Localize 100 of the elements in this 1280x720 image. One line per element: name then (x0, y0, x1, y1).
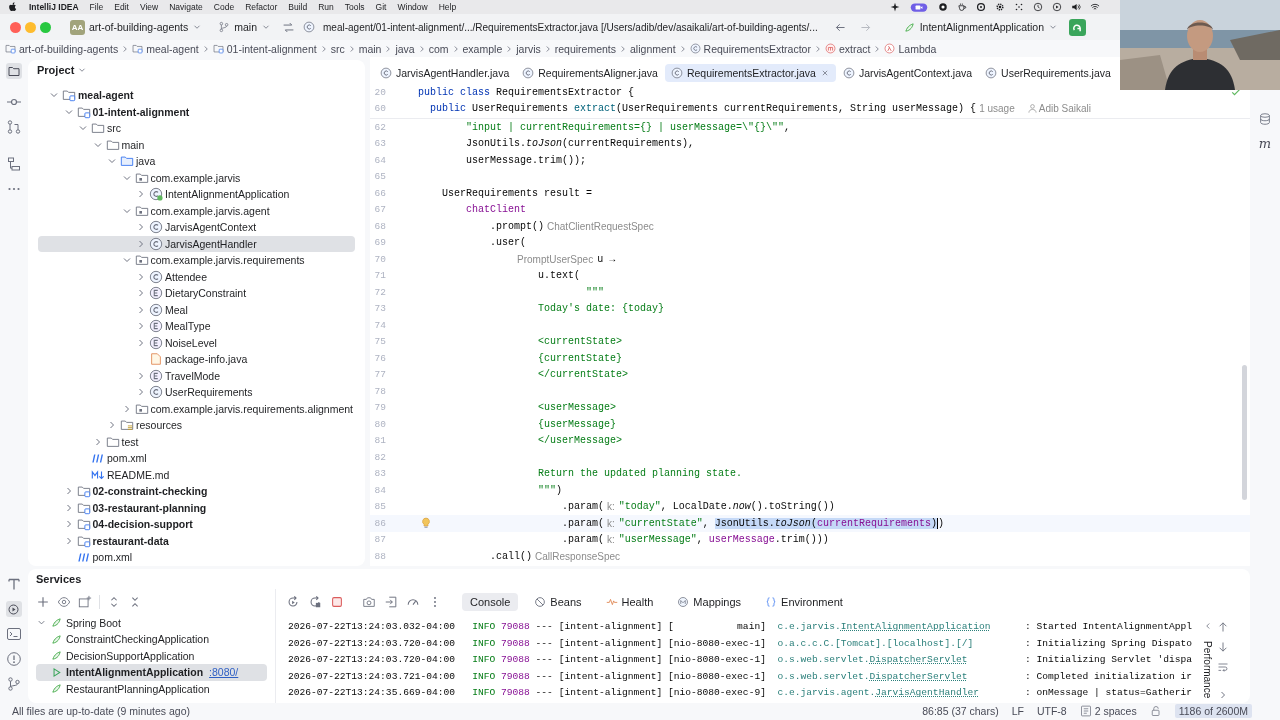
memory-indicator[interactable]: 1186 of 2600M (1174, 704, 1252, 718)
tree-item[interactable]: meal-agent (38, 87, 355, 104)
grid-icon[interactable] (1014, 2, 1024, 12)
app-menu[interactable]: IntelliJ IDEA (29, 2, 79, 12)
add-icon[interactable] (36, 594, 50, 609)
indent-setting[interactable]: 2 spaces (1094, 705, 1137, 717)
tree-item[interactable]: pom.xml (38, 450, 355, 467)
tree-item[interactable]: java (38, 153, 355, 170)
tree-item[interactable]: MealType (38, 318, 355, 335)
editor-tab[interactable]: JarvisAgentHandler.java (374, 64, 516, 82)
down-arrow-icon[interactable] (1217, 640, 1229, 653)
clock-icon[interactable] (1033, 2, 1043, 12)
up-arrow-icon[interactable] (1217, 620, 1229, 633)
tree-item[interactable]: UserRequirements (38, 384, 355, 401)
console-tab[interactable]: Health (597, 592, 662, 611)
console-tab[interactable]: Mappings (669, 592, 750, 611)
console-tab[interactable]: Console (462, 592, 519, 611)
console-tab[interactable]: Beans (526, 592, 590, 611)
tree-item[interactable]: test (38, 433, 355, 450)
database-icon[interactable] (1258, 112, 1272, 126)
menu-item[interactable]: Run (318, 2, 334, 12)
log-logger[interactable]: o.a.c.c.C.[Tomcat].[localhost].[/] (777, 637, 1025, 649)
tree-item[interactable]: DietaryConstraint (38, 285, 355, 302)
editor-tab[interactable]: RequirementsExtractor.java (664, 64, 836, 82)
menu-item[interactable]: View (139, 2, 159, 12)
menu-item[interactable]: Navigate (169, 2, 203, 12)
menu-item[interactable]: Code (213, 2, 235, 12)
services-icon[interactable] (6, 601, 22, 617)
tree-item[interactable]: 02-constraint-checking (38, 483, 355, 500)
project-widget[interactable]: AA art-of-building-agents (65, 17, 208, 37)
record-icon[interactable] (938, 2, 948, 12)
breadcrumb[interactable]: meal-agent (131, 42, 200, 55)
side-tab[interactable]: Performance (1202, 640, 1213, 698)
log-logger[interactable]: c.e.jarvis.agent.JarvisAgentHandler (777, 687, 1025, 699)
rerun-icon[interactable] (286, 594, 300, 609)
tree-item[interactable]: package-info.java (38, 351, 355, 368)
tree-item[interactable]: 03-restaurant-planning (38, 499, 355, 516)
breadcrumb[interactable]: jarvis (515, 42, 542, 55)
menu-item[interactable]: Refactor (245, 2, 278, 12)
tree-item[interactable]: com.example.jarvis.requirements (38, 252, 355, 269)
git-icon[interactable] (6, 676, 22, 692)
menu-item[interactable]: Edit (114, 2, 129, 12)
menu-item[interactable]: Help (438, 2, 457, 12)
port-link[interactable]: :8080/ (209, 666, 239, 679)
eye-icon[interactable] (57, 594, 71, 609)
breadcrumb[interactable]: com (427, 42, 450, 55)
tree-item[interactable]: pom.xml (38, 549, 355, 566)
line-separator[interactable]: LF (1011, 705, 1024, 717)
tree-item[interactable]: JarvisAgentContext (38, 219, 355, 236)
panel-title[interactable]: Project (37, 64, 75, 76)
breadcrumb[interactable]: RequirementsExtractor (688, 42, 812, 55)
branch-widget[interactable]: main (213, 19, 276, 35)
breadcrumb[interactable]: art-of-building-agents (4, 42, 120, 55)
terminal-icon[interactable] (6, 626, 22, 642)
service-item[interactable]: IntentAlignmentApplication :8080/ (36, 664, 267, 681)
tree-item[interactable]: restaurant-data (38, 532, 355, 549)
zoom-button[interactable] (40, 21, 51, 33)
log-logger[interactable]: o.s.web.servlet.DispatcherServlet (777, 670, 1025, 682)
maven-tool[interactable]: m (1258, 136, 1272, 151)
minimize-button[interactable] (25, 21, 36, 33)
wifi-icon[interactable] (1090, 2, 1100, 12)
close-button[interactable] (10, 21, 21, 33)
login-icon[interactable] (384, 594, 398, 609)
tree-item[interactable]: com.example.jarvis.requirements.alignment (38, 400, 355, 417)
breadcrumb[interactable]: 01-intent-alignment (211, 42, 318, 55)
menu-item[interactable]: File (89, 2, 104, 12)
breadcrumb[interactable]: requirements (553, 42, 618, 55)
play-icon[interactable] (1052, 2, 1062, 12)
tree-item[interactable]: com.example.jarvis.agent (38, 202, 355, 219)
tree-item[interactable]: 01-intent-alignment (38, 103, 355, 120)
menu-item[interactable]: Tools (344, 2, 365, 12)
tree-item[interactable]: README.md (38, 466, 355, 483)
breadcrumb[interactable]: alignment (629, 42, 677, 55)
restart-icon[interactable] (308, 594, 322, 609)
service-item[interactable]: RestaurantPlanningApplication (36, 680, 267, 697)
wrap-icon[interactable] (1217, 660, 1229, 673)
breadcrumb[interactable]: java (394, 42, 416, 55)
gear-icon[interactable] (995, 2, 1005, 12)
cup-icon[interactable] (957, 2, 967, 12)
text-icon[interactable] (6, 576, 22, 592)
lightbulb-icon[interactable] (420, 517, 432, 529)
run-configuration[interactable]: IntentAlignmentApplication (897, 18, 1064, 36)
structure-icon[interactable] (6, 156, 22, 172)
breadcrumb[interactable]: main (357, 42, 383, 55)
lock-icon[interactable] (1149, 705, 1162, 717)
tree-item[interactable]: src (38, 120, 355, 137)
scrollbar-thumb[interactable] (1242, 365, 1247, 500)
menu-item[interactable]: Window (397, 2, 428, 12)
editor-tab[interactable]: UserRequirements.java (979, 64, 1115, 82)
console-tab[interactable]: Environment (757, 592, 851, 611)
problems-icon[interactable] (6, 651, 22, 667)
service-item[interactable]: Spring Boot (36, 614, 267, 631)
log-logger[interactable]: o.s.web.servlet.DispatcherServlet (777, 654, 1025, 666)
pull-request-icon[interactable] (6, 119, 22, 135)
apple-icon[interactable] (8, 2, 18, 12)
sparkle-icon[interactable] (890, 2, 900, 12)
menu-item[interactable]: Git (375, 2, 387, 12)
assistant-icon[interactable] (1069, 18, 1087, 36)
tree-item[interactable]: IntentAlignmentApplication (38, 186, 355, 203)
tree-item[interactable]: main (38, 136, 355, 153)
